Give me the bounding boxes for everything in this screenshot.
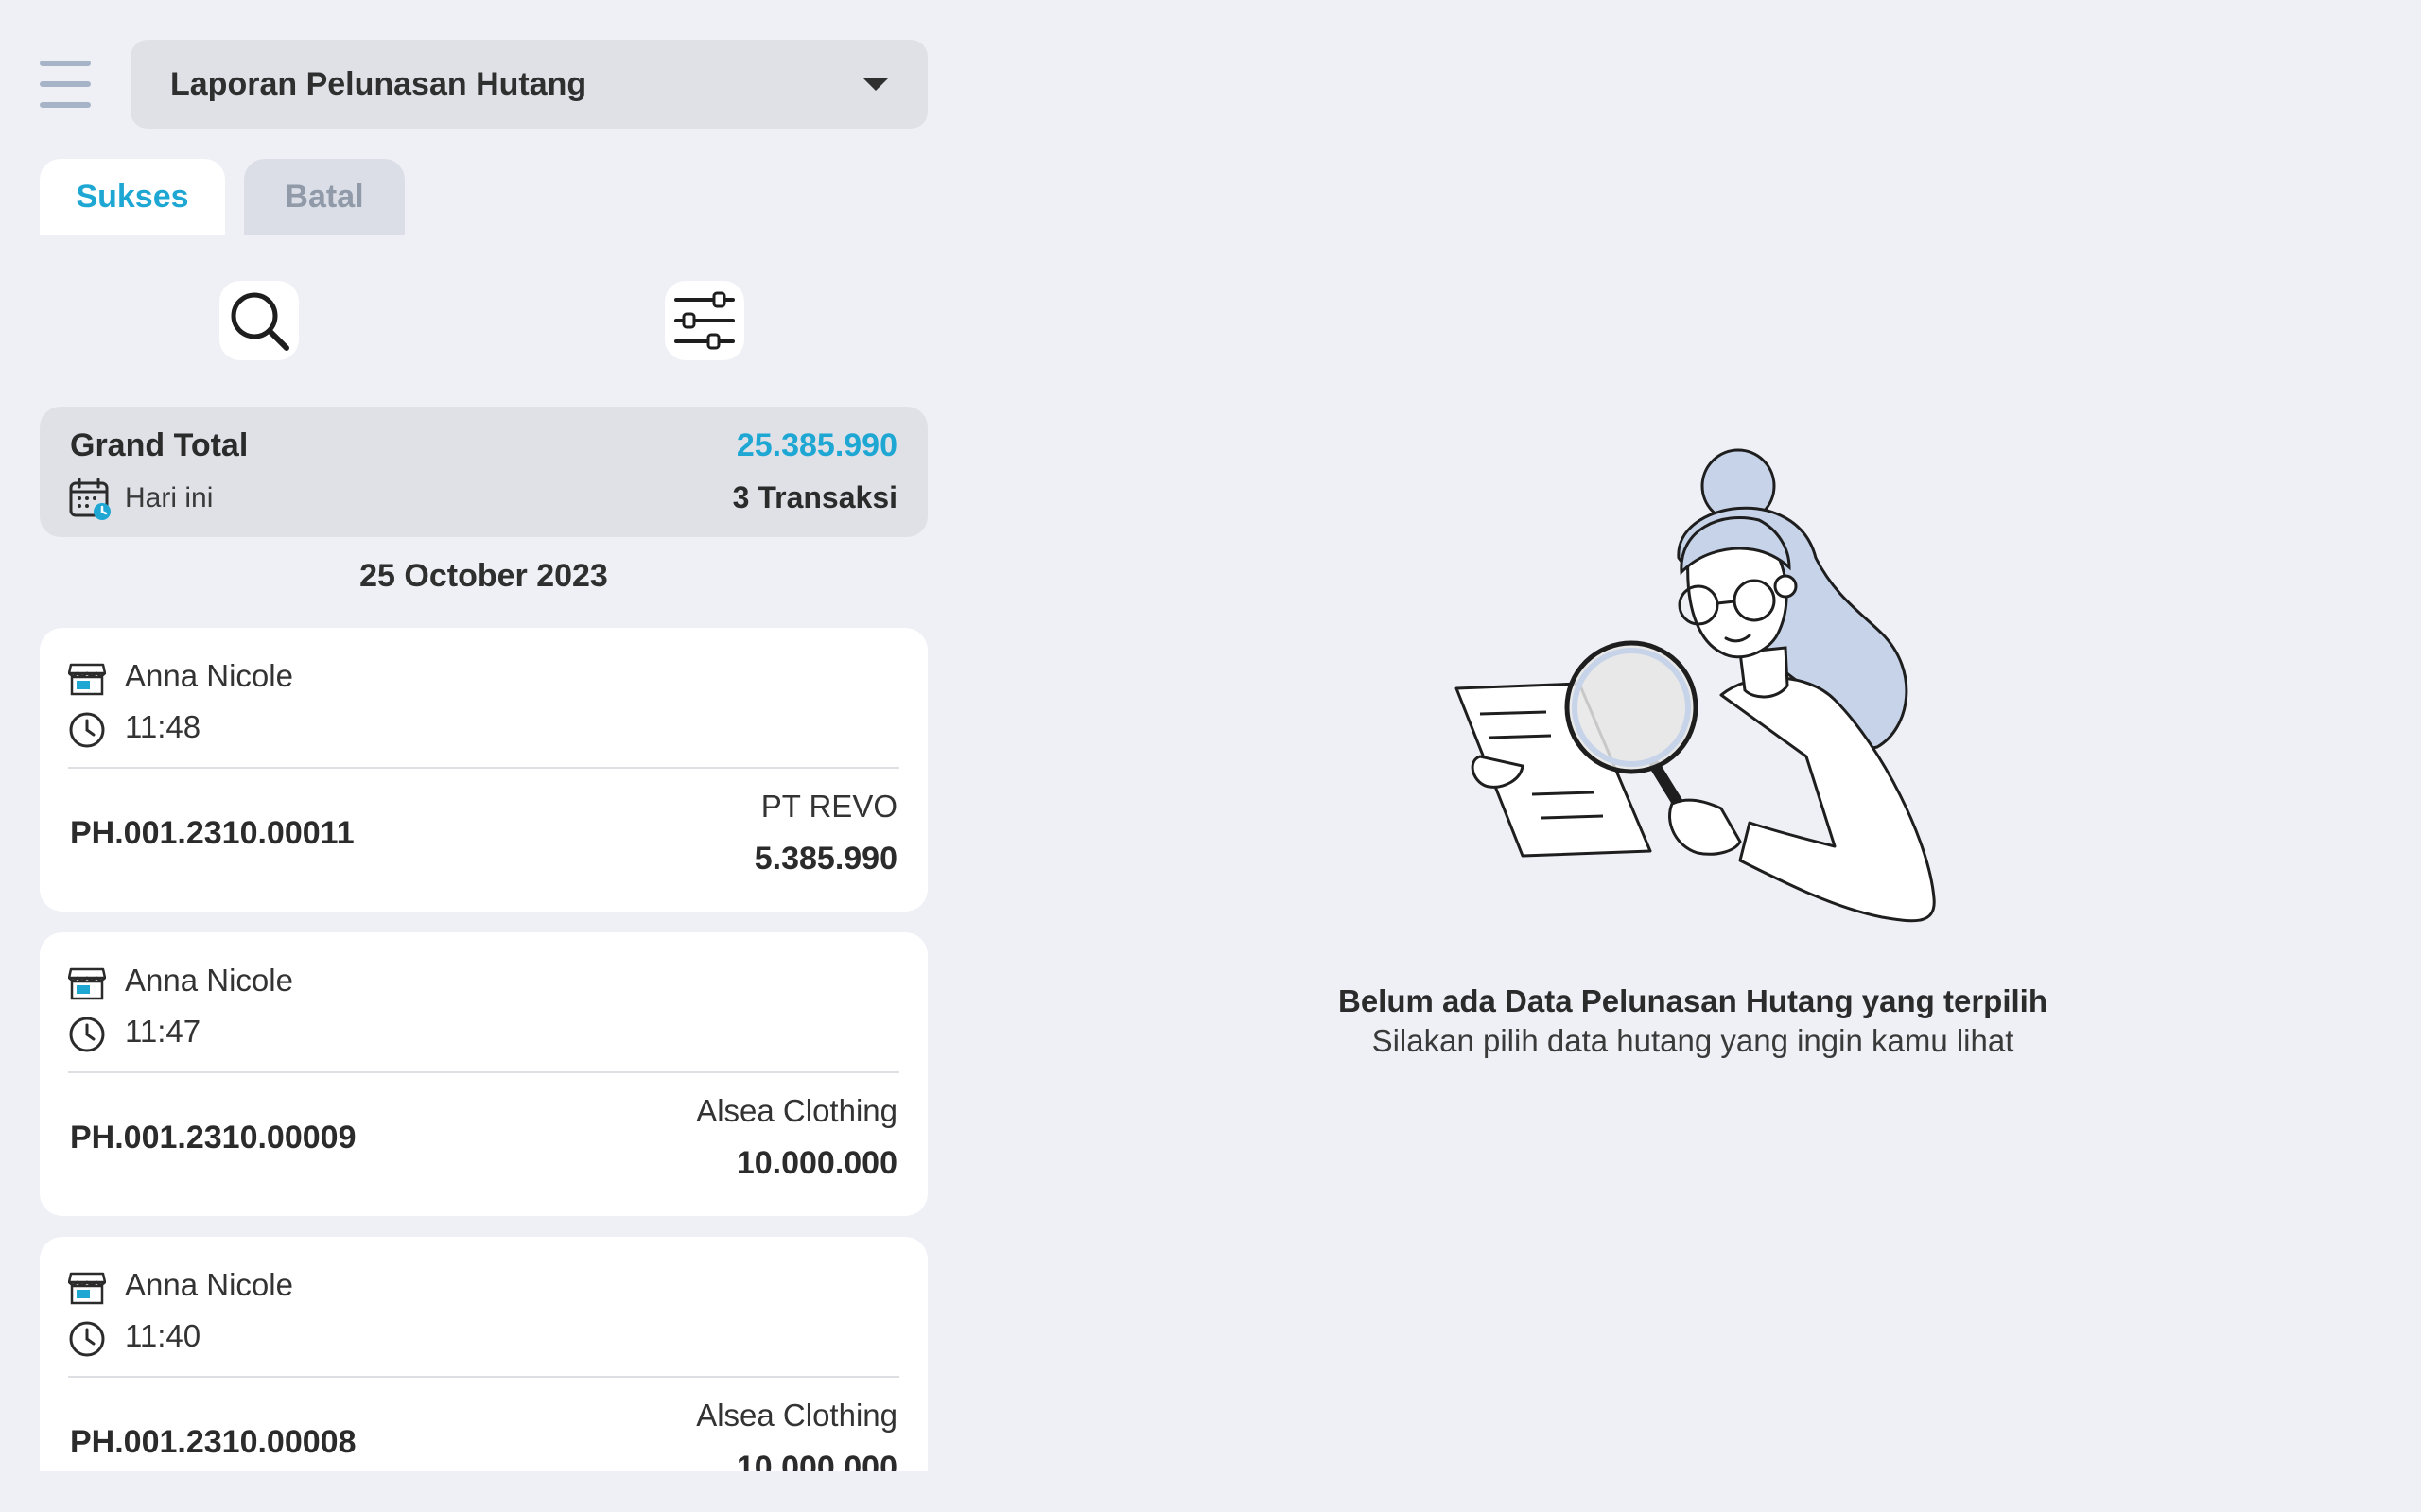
date-group-header: 25 October 2023 [359,558,608,594]
transaction-time: 11:40 [125,1318,201,1353]
store-icon [68,967,106,1000]
transaction-time: 11:47 [125,1014,201,1049]
search-icon [231,292,289,351]
transaction-card[interactable]: Anna Nicole 11:48 PH.001.2310.00011 PT R… [40,628,928,912]
hamburger-menu-icon[interactable] [40,59,91,110]
tab-sukses[interactable]: Sukses [40,159,225,235]
divider [68,1071,899,1073]
hamburger-bar [40,102,91,108]
hamburger-bar [40,81,91,87]
supplier-name: Alsea Clothing [696,1093,897,1128]
search-button[interactable] [219,281,299,360]
cashier-name: Anna Nicole [125,963,293,998]
supplier-name: PT REVO [760,789,897,824]
store-icon [68,1272,106,1305]
empty-state-title: Belum ada Data Pelunasan Hutang yang ter… [1338,983,2047,1018]
transaction-count: 3 Transaksi [732,480,897,514]
clock-icon [69,712,105,748]
transaction-card[interactable]: Anna Nicole 11:47 PH.001.2310.00009 Alse… [40,932,928,1216]
transaction-list[interactable]: Anna Nicole 11:48 PH.001.2310.00011 PT R… [40,628,928,1471]
transaction-amount: 10.000.000 [736,1450,897,1471]
cashier-name: Anna Nicole [125,658,293,693]
cashier-name: Anna Nicole [125,1267,293,1302]
sliders-icon [674,291,735,350]
divider [68,767,899,769]
period-label: Hari ini [125,482,214,513]
store-icon [68,663,106,696]
clock-icon [69,1017,105,1052]
clock-icon [69,1321,105,1357]
tab-batal[interactable]: Batal [244,159,405,235]
hamburger-bar [40,61,91,66]
grand-total-amount: 25.385.990 [736,427,897,463]
transaction-amount: 5.385.990 [754,841,897,877]
report-type-dropdown[interactable]: Laporan Pelunasan Hutang [131,40,928,129]
transaction-code: PH.001.2310.00008 [70,1424,357,1460]
left-panel: Laporan Pelunasan Hutang Sukses Batal Gr… [0,0,946,1512]
transaction-time: 11:48 [125,709,201,744]
transaction-amount: 10.000.000 [736,1145,897,1181]
calendar-icon [69,478,111,520]
filter-button[interactable] [665,281,744,360]
woman-with-magnifier-illustration [1454,448,1936,923]
transaction-card[interactable]: Anna Nicole 11:40 PH.001.2310.00008 Alse… [40,1237,928,1471]
transaction-code: PH.001.2310.00011 [70,815,355,851]
divider [68,1376,899,1378]
supplier-name: Alsea Clothing [696,1398,897,1433]
transaction-code: PH.001.2310.00009 [70,1120,357,1156]
grand-total-title: Grand Total [70,427,249,463]
report-type-label: Laporan Pelunasan Hutang [170,65,587,102]
grand-total-panel: Grand Total 25.385.990 Hari ini 3 Transa… [40,407,928,537]
empty-state-subtitle: Silakan pilih data hutang yang ingin kam… [1371,1023,2014,1058]
caret-down-icon [863,78,888,91]
